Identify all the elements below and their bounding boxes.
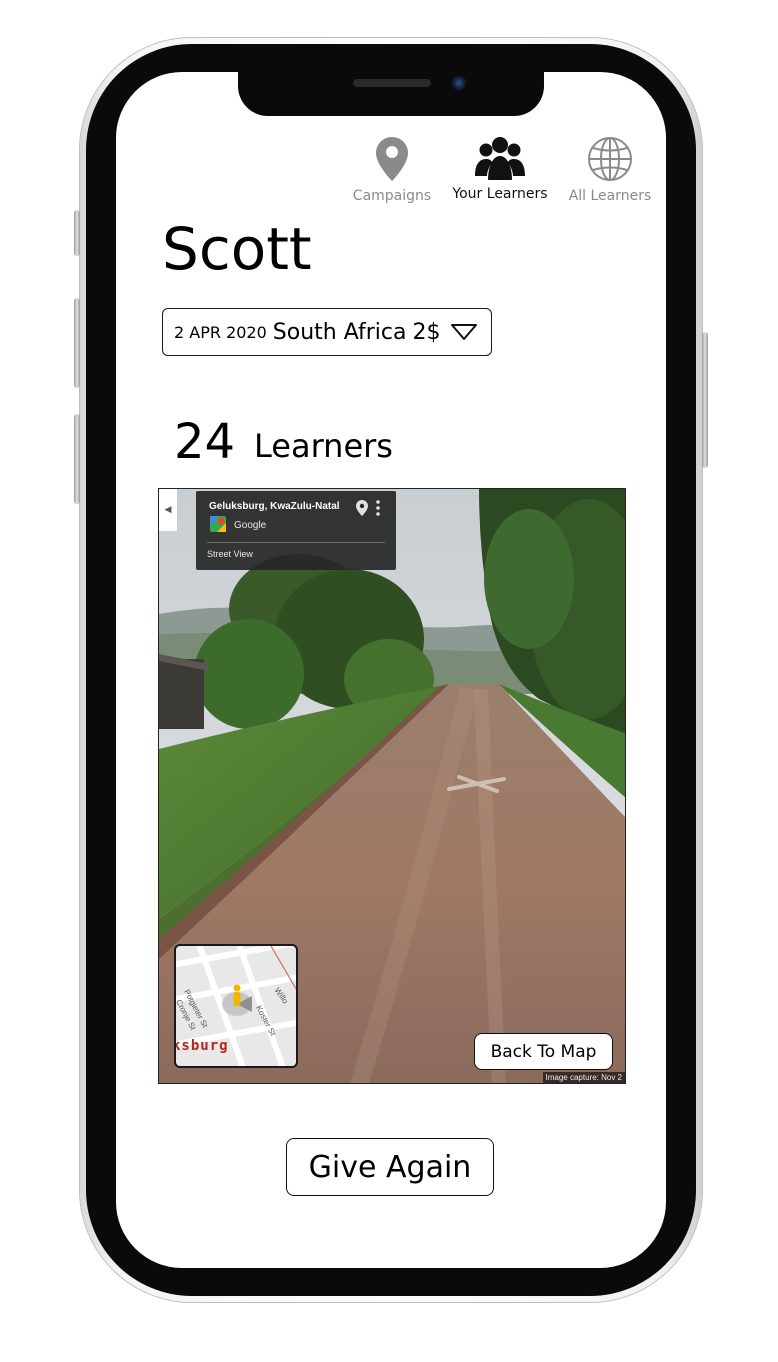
campaign-dropdown[interactable]: 2 APR 2020 South Africa 2$ [162,308,492,356]
image-capture-note: Image capture: Nov 2 [542,1072,625,1083]
nav-item-campaigns[interactable]: Campaigns [337,136,447,204]
street-view-panorama[interactable]: ◀ Geluksburg, KwaZulu-Natal Google Stree… [158,488,626,1084]
users-group-icon [475,137,525,180]
power-button [702,332,708,468]
campaign-country: South Africa [272,319,407,345]
triangle-down-icon [451,324,478,340]
notch [238,72,544,116]
mini-map-town-label: ksburg [174,1038,229,1054]
location-title: Geluksburg, KwaZulu-Natal [209,501,340,512]
pegman-icon [233,984,241,1006]
back-to-map-button[interactable]: Back To Map [474,1033,613,1070]
more-vert-icon[interactable] [376,500,380,516]
brand-label: Google [234,520,267,531]
info-divider [207,542,385,543]
mini-map[interactable]: Potgieter St Cronje St Koster St Willo k… [174,944,298,1068]
google-maps-icon [210,516,226,532]
learner-count: 24 [174,414,236,470]
volume-up-button [74,298,80,388]
volume-down-button [74,414,80,504]
phone-screen: Campaigns Your Learners All Learners Sco… [116,72,666,1268]
campaign-amount: 2$ [412,319,441,345]
nav-label-your-learners: Your Learners [452,186,548,202]
map-pin-icon[interactable] [356,500,368,516]
globe-icon [588,137,632,181]
street-view-label: Street View [207,549,253,559]
earpiece-speaker [353,79,431,87]
location-info-card: Geluksburg, KwaZulu-Natal Google Street … [196,491,396,570]
give-again-button[interactable]: Give Again [286,1138,494,1196]
nav-item-all-learners[interactable]: All Learners [555,136,665,204]
campaign-date: 2 APR 2020 [174,322,267,342]
nav-item-your-learners[interactable]: Your Learners [445,136,555,202]
nav-label-campaigns: Campaigns [352,188,432,204]
map-pin-icon [376,137,408,181]
mute-switch [74,210,80,256]
collapse-panel-button[interactable]: ◀ [159,489,178,531]
nav-label-all-learners: All Learners [568,188,652,204]
front-camera [451,75,467,91]
user-name: Scott [162,215,312,283]
learner-count-label: Learners [254,427,393,465]
